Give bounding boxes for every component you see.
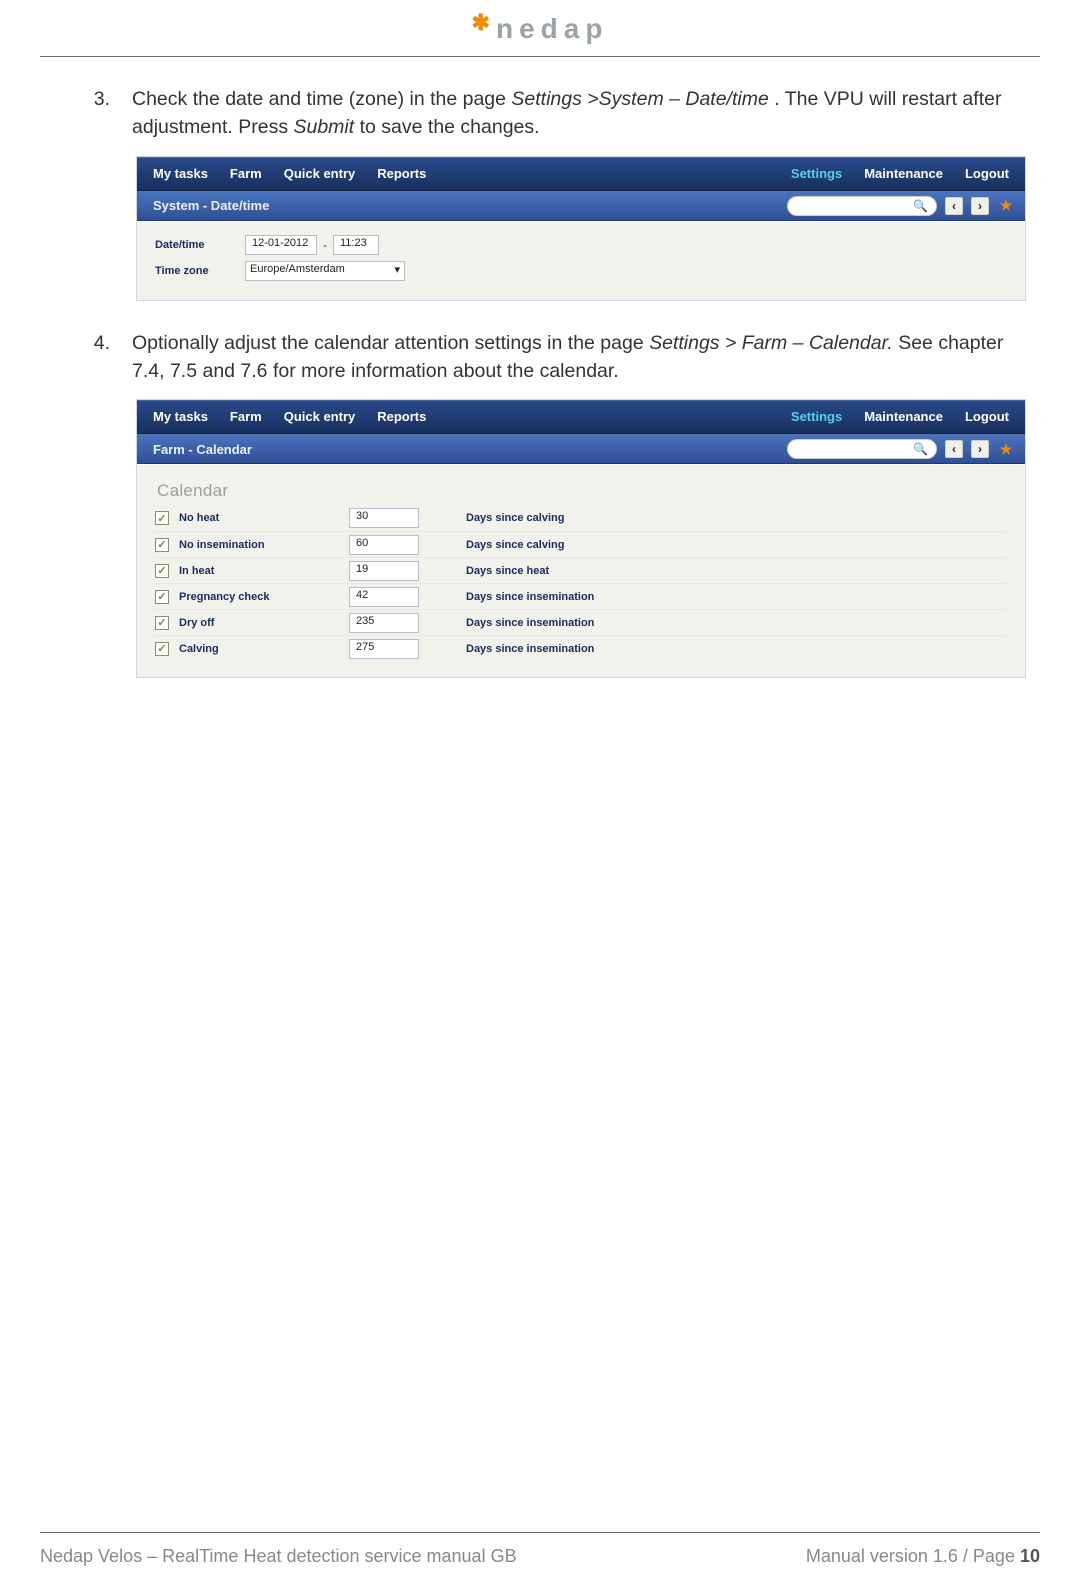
screenshot-system-datetime: My tasks Farm Quick entry Reports Settin… (136, 156, 1026, 301)
page-content: 3. Check the date and time (zone) in the… (40, 85, 1040, 706)
nav-settings[interactable]: Settings (791, 409, 842, 424)
calendar-row: ✓ No insemination60 Days since calving (155, 531, 1007, 557)
favorite-icon[interactable]: ★ (997, 440, 1015, 458)
list-item-4: 4. Optionally adjust the calendar attent… (40, 329, 1040, 386)
nav-my-tasks[interactable]: My tasks (153, 409, 208, 424)
calendar-row-name: No insemination (179, 539, 349, 551)
checkbox[interactable]: ✓ (155, 564, 169, 578)
calendar-row-name: No heat (179, 512, 349, 524)
section-title: Calendar (155, 475, 1007, 505)
calendar-row-value[interactable]: 30 (349, 508, 419, 528)
calendar-panel: Calendar ✓ No heat30 Days since calving ✓ No… (137, 464, 1025, 677)
nav-quick-entry[interactable]: Quick entry (284, 166, 356, 181)
calendar-row-name: Dry off (179, 617, 349, 629)
text: Optionally adjust the calendar attention… (132, 332, 649, 354)
calendar-row-desc: Days since calving (444, 512, 564, 524)
list-item-3: 3. Check the date and time (zone) in the… (40, 85, 1040, 142)
nav-reports[interactable]: Reports (377, 409, 426, 424)
calendar-row-value[interactable]: 60 (349, 535, 419, 555)
nav-maintenance[interactable]: Maintenance (864, 166, 943, 181)
text: to save the changes. (360, 116, 540, 138)
footer-rule (40, 1532, 1040, 1533)
chevron-down-icon: ▾ (394, 263, 400, 276)
search-icon: 🔍 (913, 199, 928, 213)
header-rule (40, 56, 1040, 57)
settings-path: Settings > Farm – Calendar. (649, 332, 893, 354)
calendar-row-name: Pregnancy check (179, 591, 349, 603)
checkbox[interactable]: ✓ (155, 642, 169, 656)
calendar-row-value[interactable]: 235 (349, 613, 419, 633)
calendar-row: ✓ Pregnancy check42 Days since inseminatio… (155, 583, 1007, 609)
calendar-row-desc: Days since insemination (444, 643, 594, 655)
brand-logo: ✱ nedap (472, 13, 609, 45)
settings-path: Settings >System – Date/time (511, 88, 768, 110)
nav-maintenance[interactable]: Maintenance (864, 409, 943, 424)
app-topbar: My tasks Farm Quick entry Reports Settin… (137, 400, 1025, 434)
calendar-row-value[interactable]: 275 (349, 639, 419, 659)
timezone-value: Europe/Amsterdam (250, 263, 345, 275)
list-text: Optionally adjust the calendar attention… (132, 329, 1040, 386)
brand-text: nedap (496, 13, 608, 45)
calendar-row-desc: Days since insemination (444, 591, 594, 603)
calendar-row-desc: Days since heat (444, 565, 549, 577)
nav-quick-entry[interactable]: Quick entry (284, 409, 356, 424)
page-title: Farm - Calendar (153, 442, 252, 457)
nav-my-tasks[interactable]: My tasks (153, 166, 208, 181)
nav-prev-icon[interactable]: ‹ (945, 440, 963, 458)
calendar-row-desc: Days since calving (444, 539, 564, 551)
page-footer: Nedap Velos – RealTime Heat detection se… (0, 1546, 1080, 1567)
favorite-icon[interactable]: ★ (997, 197, 1015, 215)
nav-logout[interactable]: Logout (965, 409, 1009, 424)
date-field[interactable]: 12-01-2012 (245, 235, 317, 255)
nav-prev-icon[interactable]: ‹ (945, 197, 963, 215)
form-row-datetime: Date/time 12-01-2012 - 11:23 (155, 232, 1007, 258)
calendar-row-desc: Days since insemination (444, 617, 594, 629)
date-sep: - (323, 238, 327, 252)
list-number: 4. (40, 329, 110, 386)
footer-right-prefix: Manual version 1.6 / Page (806, 1546, 1020, 1566)
nav-settings[interactable]: Settings (791, 166, 842, 181)
page-title: System - Date/time (153, 198, 269, 213)
checkbox[interactable]: ✓ (155, 616, 169, 630)
screenshot-farm-calendar: My tasks Farm Quick entry Reports Settin… (136, 399, 1026, 678)
search-icon: 🔍 (913, 442, 928, 456)
checkbox[interactable]: ✓ (155, 511, 169, 525)
calendar-row: ✓ Calving275 Days since insemination (155, 635, 1007, 661)
list-text: Check the date and time (zone) in the pa… (132, 85, 1040, 142)
nav-farm[interactable]: Farm (230, 409, 262, 424)
text: Check the date and time (zone) in the pa… (132, 88, 511, 110)
calendar-row-name: In heat (179, 565, 349, 577)
checkbox[interactable]: ✓ (155, 538, 169, 552)
search-input[interactable]: 🔍 (787, 196, 937, 216)
nav-next-icon[interactable]: › (971, 197, 989, 215)
nav-reports[interactable]: Reports (377, 166, 426, 181)
form-panel: Date/time 12-01-2012 - 11:23 Time zone E… (137, 221, 1025, 300)
label-timezone: Time zone (155, 265, 245, 277)
page-header: ✱ nedap (0, 0, 1080, 58)
search-input[interactable]: 🔍 (787, 439, 937, 459)
checkbox[interactable]: ✓ (155, 590, 169, 604)
calendar-row: ✓ In heat19 Days since heat (155, 557, 1007, 583)
list-number: 3. (40, 85, 110, 142)
submit-word: Submit (293, 116, 354, 138)
timezone-select[interactable]: Europe/Amsterdam ▾ (245, 261, 405, 281)
footer-right: Manual version 1.6 / Page 10 (806, 1546, 1040, 1567)
nav-logout[interactable]: Logout (965, 166, 1009, 181)
calendar-row: ✓ No heat30 Days since calving (155, 505, 1007, 531)
calendar-row-value[interactable]: 19 (349, 561, 419, 581)
calendar-row: ✓ Dry off235 Days since insemination (155, 609, 1007, 635)
nav-next-icon[interactable]: › (971, 440, 989, 458)
label-datetime: Date/time (155, 239, 245, 251)
calendar-row-value[interactable]: 42 (349, 587, 419, 607)
page-title-bar: Farm - Calendar 🔍 ‹ › ★ (137, 434, 1025, 464)
nav-farm[interactable]: Farm (230, 166, 262, 181)
footer-left: Nedap Velos – RealTime Heat detection se… (40, 1546, 517, 1567)
footer-page-number: 10 (1020, 1546, 1040, 1566)
form-row-timezone: Time zone Europe/Amsterdam ▾ (155, 258, 1007, 284)
app-topbar: My tasks Farm Quick entry Reports Settin… (137, 157, 1025, 191)
time-field[interactable]: 11:23 (333, 235, 379, 255)
page-title-bar: System - Date/time 🔍 ‹ › ★ (137, 191, 1025, 221)
calendar-row-name: Calving (179, 643, 349, 655)
brand-star-icon: ✱ (472, 10, 490, 36)
